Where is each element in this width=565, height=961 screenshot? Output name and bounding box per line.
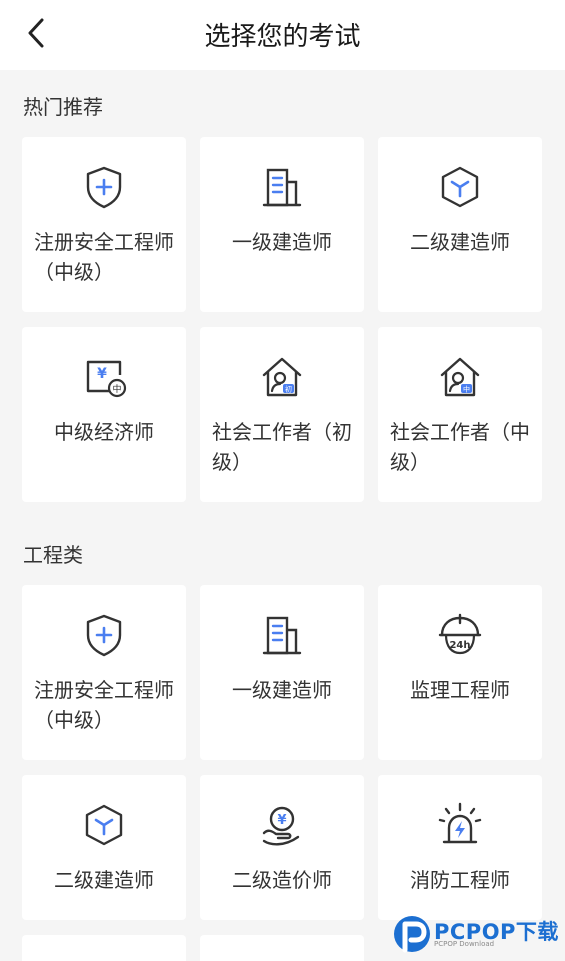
exam-card-label: 消防工程师: [410, 868, 510, 892]
exam-card-social-worker-intermediate[interactable]: 中 社会工作者（中级）: [378, 327, 542, 502]
building-icon: [262, 168, 302, 207]
page-title: 选择您的考试: [204, 22, 361, 52]
exam-card-second-class-constructor[interactable]: 二级建造师: [378, 137, 542, 312]
house-person-icon: 中: [440, 357, 480, 397]
yuan-board-icon: ¥ 中: [86, 360, 127, 398]
exam-card-second-class-cost-engineer[interactable]: ¥ 二级造价师: [200, 775, 364, 920]
exam-card-safety-engineer[interactable]: 注册安全工程师（中级）: [22, 585, 186, 760]
exam-card-label: 二级造价师: [232, 868, 332, 892]
svg-text:中: 中: [463, 385, 470, 394]
watermark-sub: PCPOP Download: [434, 940, 495, 948]
exam-card-partial[interactable]: [200, 935, 364, 961]
exam-card-label: 二级建造师: [410, 230, 510, 254]
exam-card-label: 注册安全工程师（中级）: [34, 678, 174, 732]
exam-card-first-class-constructor[interactable]: 一级建造师: [200, 585, 364, 760]
exam-card-label: 中级经济师: [54, 420, 154, 444]
exam-card-label: 社会工作者（初级）: [212, 420, 352, 474]
svg-text:¥: ¥: [97, 366, 107, 382]
svg-text:24h: 24h: [449, 640, 470, 651]
exam-card-first-class-constructor[interactable]: 一级建造师: [200, 137, 364, 312]
exam-card-label: 社会工作者（中级）: [390, 420, 530, 474]
shield-plus-icon: [86, 614, 122, 657]
exam-card-label: 监理工程师: [410, 678, 510, 702]
helmet-24h-icon: 24h: [438, 613, 482, 655]
svg-text:初: 初: [285, 385, 292, 394]
exam-card-supervision-engineer[interactable]: 24h 监理工程师: [378, 585, 542, 760]
exam-card-label: 二级建造师: [54, 868, 154, 892]
exam-card-safety-engineer[interactable]: 注册安全工程师（中级）: [22, 137, 186, 312]
hand-yuan-icon: ¥: [262, 806, 300, 846]
alarm-light-icon: [438, 802, 482, 844]
exam-card-label: 一级建造师: [232, 678, 332, 702]
exam-card-label: 注册安全工程师（中级）: [34, 230, 174, 284]
svg-text:中: 中: [112, 383, 121, 395]
top-bar: 选择您的考试: [0, 0, 565, 70]
exam-card-fire-engineer[interactable]: 消防工程师: [378, 775, 542, 920]
exam-card-social-worker-junior[interactable]: 初 社会工作者（初级）: [200, 327, 364, 502]
hexagon-cube-icon: [441, 166, 479, 208]
exam-card-intermediate-economist[interactable]: ¥ 中 中级经济师: [22, 327, 186, 502]
shield-plus-icon: [86, 166, 122, 209]
exam-card-label: 一级建造师: [232, 230, 332, 254]
section-title-engineering: 工程类: [23, 543, 83, 567]
house-person-icon: 初: [262, 357, 302, 397]
section-title-hot: 热门推荐: [23, 95, 103, 119]
hexagon-cube-icon: [85, 804, 123, 846]
building-icon: [262, 616, 302, 655]
svg-text:¥: ¥: [277, 813, 286, 828]
exam-card-second-class-constructor[interactable]: 二级建造师: [22, 775, 186, 920]
exam-card-partial[interactable]: [22, 935, 186, 961]
